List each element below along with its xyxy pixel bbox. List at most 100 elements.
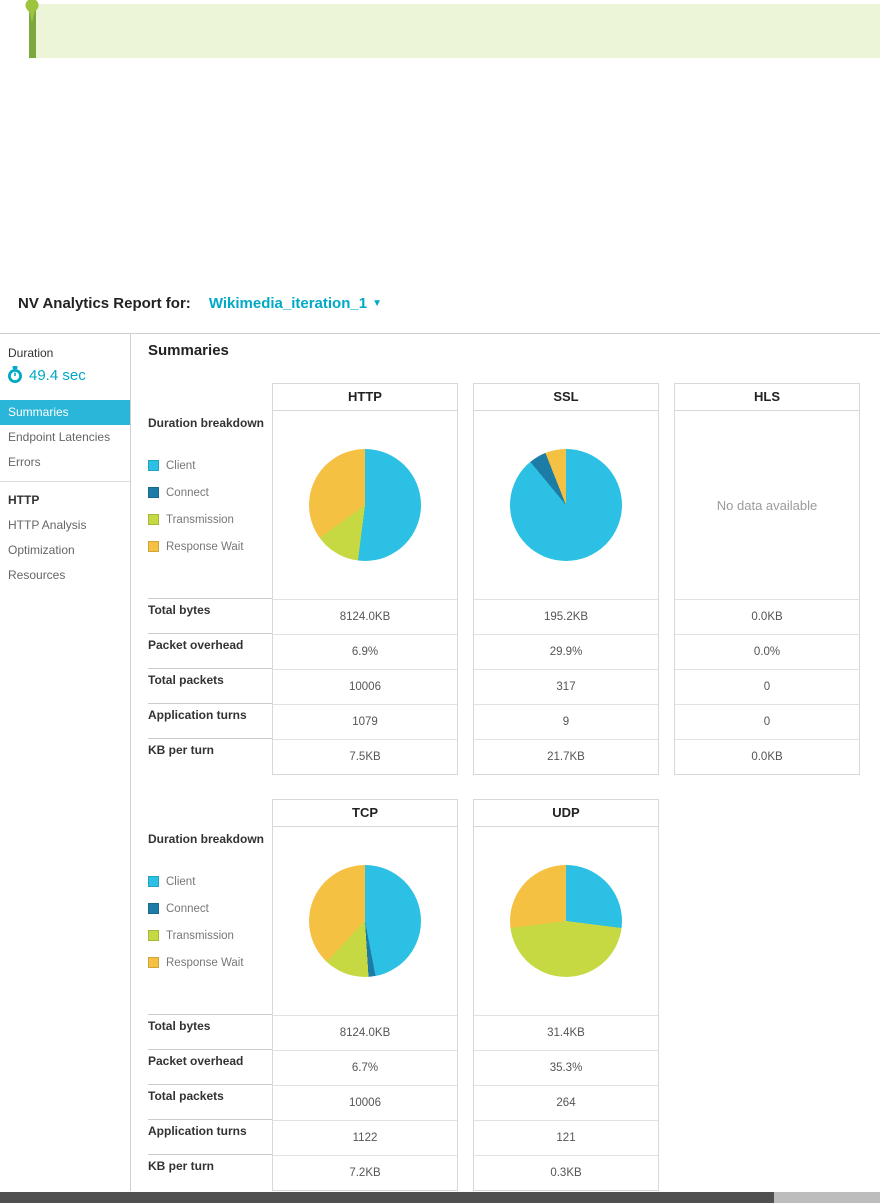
metric-label: KB per turn	[148, 1154, 272, 1189]
legend-label-client: Client	[166, 459, 196, 472]
metric-label: Packet overhead	[148, 633, 272, 668]
metric-label: Application turns	[148, 1119, 272, 1154]
protocol-card-tcp: TCP 8124.0KB 6.7% 10006 1122 7.2KB	[272, 799, 458, 1191]
duration-text: 49.4 sec	[29, 366, 86, 384]
duration-label: Duration	[8, 346, 54, 360]
metric-value: 317	[474, 669, 658, 704]
protocol-card-title: TCP	[273, 800, 457, 827]
metric-value: 10006	[273, 1085, 457, 1120]
sidebar-item-summaries[interactable]: Summaries	[0, 400, 130, 425]
metric-label: Total packets	[148, 668, 272, 703]
sidebar-item-http: HTTP	[8, 493, 40, 507]
metric-value: 0.0%	[675, 634, 859, 669]
pie-area	[474, 411, 658, 599]
legend-label-connect: Connect	[166, 486, 209, 499]
pin-icon	[25, 0, 39, 23]
sidebar-item-http-analysis[interactable]: HTTP Analysis	[0, 513, 130, 538]
metric-value: 29.9%	[474, 634, 658, 669]
metric-value: 10006	[273, 669, 457, 704]
header-divider	[0, 333, 880, 334]
metric-label-column: Duration breakdown Client Connect Transm…	[148, 799, 272, 1191]
sidebar: Duration 49.4 sec Summaries Endpoint Late…	[0, 334, 131, 1191]
legend-item: Connect	[148, 479, 272, 506]
sidebar-item-errors[interactable]: Errors	[0, 450, 130, 475]
metric-value: 6.9%	[273, 634, 457, 669]
metric-label: Total packets	[148, 1084, 272, 1119]
legend-item: Response Wait	[148, 533, 272, 560]
timer-icon	[8, 366, 22, 383]
report-header: NV Analytics Report for: Wikimedia_itera…	[18, 295, 382, 312]
protocol-group: Duration breakdown Client Connect Transm…	[148, 799, 860, 1191]
pie-chart	[510, 449, 622, 561]
report-name-dropdown[interactable]: Wikimedia_iteration_1 ▼	[209, 295, 382, 312]
legend-label-connect: Connect	[166, 902, 209, 915]
pie-chart	[309, 865, 421, 977]
metric-label: Packet overhead	[148, 1049, 272, 1084]
metric-value: 0.3KB	[474, 1155, 658, 1190]
protocol-card-title: SSL	[474, 384, 658, 411]
protocol-card-title: HLS	[675, 384, 859, 411]
metric-value: 1079	[273, 704, 457, 739]
legend-item: Response Wait	[148, 949, 272, 976]
metric-value: 0	[675, 669, 859, 704]
legend-item: Client	[148, 452, 272, 479]
metric-value: 31.4KB	[474, 1015, 658, 1050]
legend-item: Client	[148, 868, 272, 895]
chevron-down-icon: ▼	[372, 298, 382, 309]
protocol-card-hls: HLS No data available 0.0KB 0.0% 0 0 0.0…	[674, 383, 860, 775]
legend-label-response_wait: Response Wait	[166, 956, 244, 969]
duration-breakdown-label: Duration breakdown	[148, 416, 265, 430]
metric-value: 195.2KB	[474, 599, 658, 634]
legend-swatch	[148, 876, 159, 887]
legend-label-transmission: Transmission	[166, 513, 234, 526]
metric-value: 8124.0KB	[273, 1015, 457, 1050]
metric-value: 7.5KB	[273, 739, 457, 774]
pie-chart	[510, 865, 622, 977]
horizontal-scrollbar[interactable]	[0, 1192, 880, 1203]
protocol-card-udp: UDP 31.4KB 35.3% 264 121 0.3KB	[473, 799, 659, 1191]
metric-label: KB per turn	[148, 738, 272, 773]
metric-value: 21.7KB	[474, 739, 658, 774]
metric-label-column: Duration breakdown Client Connect Transm…	[148, 383, 272, 775]
legend-swatch	[148, 541, 159, 552]
notification-banner	[36, 4, 880, 58]
legend-item: Connect	[148, 895, 272, 922]
metric-label: Total bytes	[148, 598, 272, 633]
protocol-card-title: HTTP	[273, 384, 457, 411]
metric-value: 0.0KB	[675, 739, 859, 774]
legend-swatch	[148, 903, 159, 914]
legend-label-client: Client	[166, 875, 196, 888]
pie-area: No data available	[675, 411, 859, 599]
duration-value: 49.4 sec	[6, 366, 130, 384]
report-name-label: Wikimedia_iteration_1	[208, 295, 368, 312]
legend-swatch	[148, 460, 159, 471]
metric-value: 1122	[273, 1120, 457, 1155]
metric-value: 264	[474, 1085, 658, 1120]
pie-chart	[309, 449, 421, 561]
legend-swatch	[148, 514, 159, 525]
legend-label-transmission: Transmission	[166, 929, 234, 942]
legend-swatch	[148, 487, 159, 498]
report-title: NV Analytics Report for:	[18, 295, 191, 312]
pie-area	[273, 411, 457, 599]
pie-area	[273, 827, 457, 1015]
duration-breakdown-label: Duration breakdown	[148, 832, 265, 846]
metric-value: 0	[675, 704, 859, 739]
legend-swatch	[148, 957, 159, 968]
legend-item: Transmission	[148, 922, 272, 949]
legend-label-response_wait: Response Wait	[166, 540, 244, 553]
metric-value: 35.3%	[474, 1050, 658, 1085]
metric-value: 6.7%	[273, 1050, 457, 1085]
sidebar-divider	[0, 481, 130, 482]
metric-value: 9	[474, 704, 658, 739]
sidebar-item-resources[interactable]: Resources	[0, 563, 130, 588]
pie-area	[474, 827, 658, 1015]
protocol-card-ssl: SSL 195.2KB 29.9% 317 9 21.7KB	[473, 383, 659, 775]
protocol-card-title: UDP	[474, 800, 658, 827]
sidebar-item-optimization[interactable]: Optimization	[0, 538, 130, 563]
metric-label: Application turns	[148, 703, 272, 738]
horizontal-scrollbar-thumb[interactable]	[0, 1192, 775, 1203]
protocol-card-http: HTTP 8124.0KB 6.9% 10006 1079 7.5KB	[272, 383, 458, 775]
sidebar-menu: Summaries Endpoint Latencies Errors HTTP HTT…	[0, 400, 130, 588]
sidebar-item-endpoint-latencies[interactable]: Endpoint Latencies	[0, 425, 130, 450]
